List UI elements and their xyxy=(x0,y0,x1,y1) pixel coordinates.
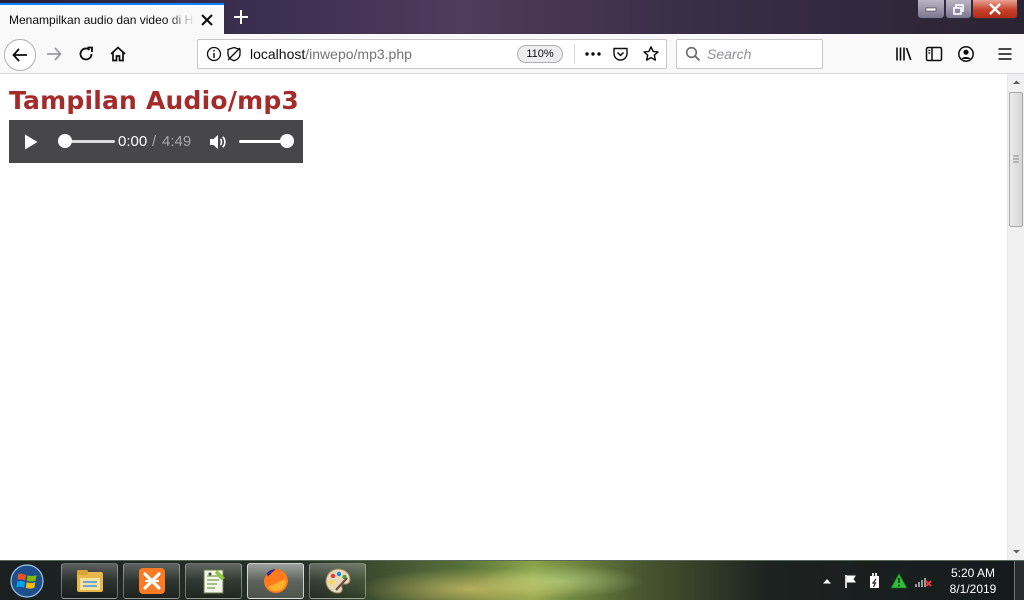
zoom-level-badge[interactable]: 110% xyxy=(517,45,563,63)
tab-strip: Menampilkan audio dan video di HTML xyxy=(0,0,1024,34)
site-info-icon[interactable] xyxy=(206,46,222,66)
hamburger-menu-icon xyxy=(998,48,1012,60)
play-button[interactable] xyxy=(21,132,41,152)
notepad-plus-plus-icon xyxy=(203,569,225,594)
page-actions-icon[interactable] xyxy=(584,46,602,66)
reload-icon xyxy=(79,46,93,61)
firefox-icon xyxy=(263,569,288,593)
taskbar: 5:20 AM 8/1/2019 xyxy=(0,560,1024,601)
duration: 4:49 xyxy=(162,133,192,150)
speaker-volume-icon xyxy=(210,135,226,149)
seek-slider-thumb[interactable] xyxy=(58,134,72,148)
reload-button[interactable] xyxy=(72,40,100,68)
taskbar-button-notepad-plus-plus[interactable] xyxy=(185,563,242,599)
account-icon xyxy=(958,46,974,62)
scroll-down-arrow-icon[interactable] xyxy=(1008,543,1024,560)
forward-button[interactable] xyxy=(40,40,68,68)
tracking-protection-icon[interactable] xyxy=(226,46,242,66)
home-icon xyxy=(110,46,126,62)
open-menu-button[interactable] xyxy=(991,40,1019,68)
show-hidden-icons-arrow-icon[interactable] xyxy=(818,572,836,590)
navigation-toolbar: localhost/inwepo/mp3.php 110% xyxy=(0,34,1024,74)
address-bar-divider xyxy=(574,44,575,64)
show-desktop-button[interactable] xyxy=(1014,561,1024,601)
volume-slider-thumb[interactable] xyxy=(280,134,294,148)
restore-window-button[interactable] xyxy=(945,0,972,19)
sidebar-toggle-button[interactable] xyxy=(920,40,948,68)
home-button[interactable] xyxy=(104,40,132,68)
mute-button[interactable] xyxy=(208,132,228,152)
scrollbar-thumb[interactable] xyxy=(1009,92,1023,227)
address-bar[interactable]: localhost/inwepo/mp3.php 110% xyxy=(197,39,667,69)
system-clock[interactable]: 5:20 AM 8/1/2019 xyxy=(935,565,1011,597)
url-host: localhost xyxy=(250,46,306,62)
taskbar-button-xampp[interactable] xyxy=(123,563,180,599)
start-button[interactable] xyxy=(3,562,51,600)
clock-time: 5:20 AM xyxy=(950,566,996,580)
network-warning-icon[interactable] xyxy=(890,572,908,590)
url-path: /inwepo/mp3.php xyxy=(305,46,412,62)
tab-active[interactable]: Menampilkan audio dan video di HTML xyxy=(0,3,224,34)
taskbar-button-firefox[interactable] xyxy=(247,563,304,599)
seek-slider[interactable] xyxy=(65,140,115,143)
taskbar-button-paint[interactable] xyxy=(309,563,366,599)
play-icon xyxy=(25,134,38,150)
back-button[interactable] xyxy=(4,39,36,71)
page-content: Tampilan Audio/mp3 0:00 / 4:49 xyxy=(0,74,1007,560)
back-arrow-icon xyxy=(12,48,27,62)
account-button[interactable] xyxy=(952,40,980,68)
forward-arrow-icon xyxy=(47,47,62,61)
vertical-scrollbar[interactable] xyxy=(1007,74,1024,560)
taskbar-button-file-explorer[interactable] xyxy=(61,563,118,599)
bookmark-star-icon[interactable] xyxy=(642,45,660,67)
search-icon xyxy=(685,46,701,66)
power-plug-icon[interactable] xyxy=(866,572,884,590)
action-center-flag-icon[interactable] xyxy=(842,572,860,590)
audio-player: 0:00 / 4:49 xyxy=(9,120,303,163)
pocket-icon[interactable] xyxy=(612,46,629,66)
file-explorer-icon xyxy=(76,570,103,592)
sidebar-icon xyxy=(925,46,943,62)
paint-icon xyxy=(324,568,351,594)
url-text[interactable]: localhost/inwepo/mp3.php xyxy=(250,46,412,62)
search-box[interactable] xyxy=(676,39,823,69)
xampp-icon xyxy=(138,568,165,594)
minimize-window-button[interactable] xyxy=(917,0,945,19)
scroll-up-arrow-icon[interactable] xyxy=(1008,74,1024,91)
current-time: 0:00 xyxy=(118,133,148,150)
new-tab-icon[interactable] xyxy=(230,6,252,28)
library-button[interactable] xyxy=(890,40,918,68)
volume-tray-icon[interactable] xyxy=(914,572,932,590)
page-title: Tampilan Audio/mp3 xyxy=(9,86,300,115)
windows-logo-icon xyxy=(10,564,44,598)
tab-title: Menampilkan audio dan video di HTML xyxy=(9,12,195,27)
close-window-button[interactable] xyxy=(972,0,1018,19)
clock-date: 8/1/2019 xyxy=(949,582,997,596)
time-separator: / xyxy=(152,133,157,150)
search-input[interactable] xyxy=(707,45,817,63)
close-tab-icon[interactable] xyxy=(198,11,216,29)
library-icon xyxy=(896,47,912,61)
